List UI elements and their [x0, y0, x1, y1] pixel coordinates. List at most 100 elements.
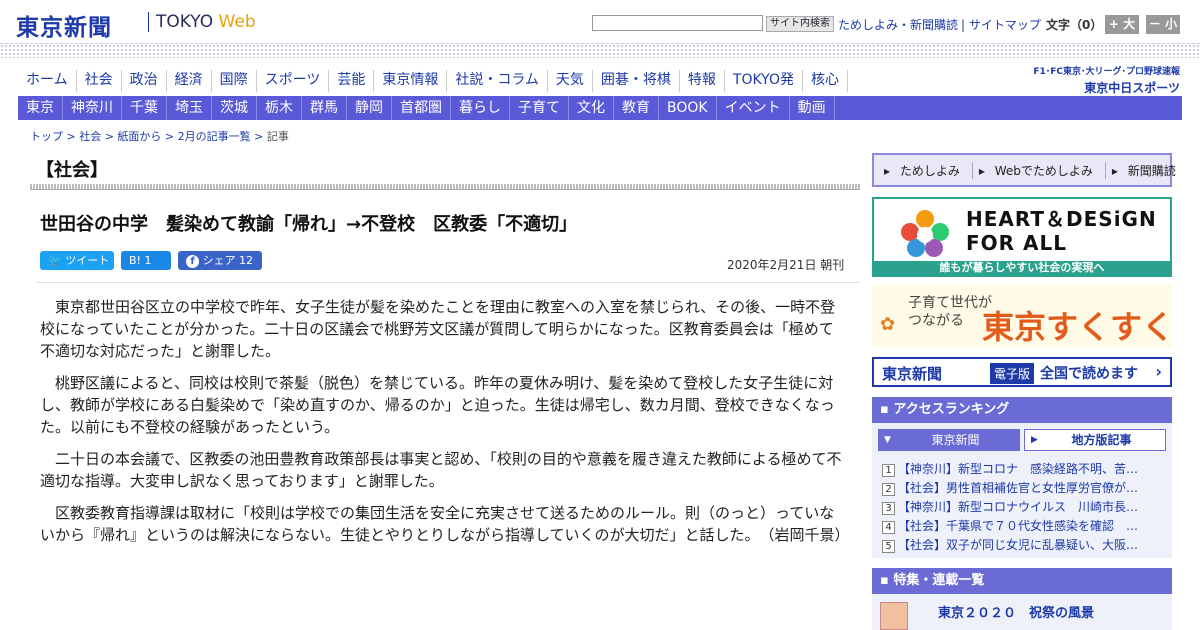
region-gunma[interactable]: 群馬	[302, 96, 347, 120]
ranking-item[interactable]: 2 【社会】男性首相補佐官と女性厚労官僚が…	[882, 479, 1166, 498]
region-tokyo[interactable]: 東京	[18, 96, 63, 120]
region-kanagawa[interactable]: 神奈川	[63, 96, 122, 120]
ranking-tab-regional[interactable]: ▶ 地方版記事	[1024, 429, 1166, 451]
font-larger-button[interactable]: + 大	[1105, 15, 1139, 34]
nav-tokyo-info[interactable]: 東京情報	[374, 70, 448, 92]
link-trial-subscribe[interactable]: ためしよみ・新聞購読	[838, 18, 958, 32]
nav-tokyo-hatsu[interactable]: TOKYO発	[725, 70, 803, 92]
region-shutoken[interactable]: 首都圏	[392, 96, 451, 120]
region-shizuoka[interactable]: 静岡	[347, 96, 392, 120]
section-title: 【社会】	[36, 160, 108, 181]
nav-weather[interactable]: 天気	[548, 70, 593, 92]
hatena-bookmark-button[interactable]: B! 1	[121, 251, 171, 270]
nav-sports[interactable]: スポーツ	[257, 70, 330, 92]
ranking-list: 1 【神奈川】新型コロナ 感染経路不明、苦… 2 【社会】男性首相補佐官と女性厚労官…	[882, 460, 1166, 555]
crumb-month-list[interactable]: 2月の記事一覧	[178, 130, 251, 143]
header-links: ためしよみ・新聞購読 | サイトマップ	[838, 18, 1041, 32]
triangle-right-icon: ▶	[1031, 435, 1038, 445]
nav-home[interactable]: ホーム	[18, 70, 77, 92]
rank-number: 4	[882, 521, 895, 534]
tokyo-sukusuku-banner[interactable]: ✿ 子育て世代が つながる 東京すくすく	[872, 284, 1175, 348]
tweet-label: ツイート	[65, 254, 110, 267]
sukusuku-logo: 東京すくすく	[982, 308, 1175, 346]
region-chiba[interactable]: 千葉	[122, 96, 167, 120]
site-logo-english[interactable]: TOKYO Web	[156, 12, 256, 32]
article-body: 東京都世田谷区立の中学校で昨年、女子生徒が髪を染めたことを理由に教室への入室を禁…	[40, 296, 850, 556]
link-sitemap[interactable]: サイトマップ	[969, 18, 1041, 32]
region-saitama[interactable]: 埼玉	[167, 96, 212, 120]
ranking-box: ▼ 東京新聞 ▶ 地方版記事 1 【神奈川】新型コロナ 感染経路不明、苦… 2 【社会】…	[872, 423, 1172, 558]
page: 東京新聞 TOKYO Web サイト内検索 ためしよみ・新聞購読 | サイトマップ…	[0, 0, 1200, 630]
ranking-tab-tokyo-label: 東京新聞	[931, 433, 980, 447]
main-nav: ホーム 社会 政治 経済 国際 スポーツ 芸能 東京情報 社説・コラム 天気 囲…	[18, 70, 848, 92]
article-paragraph: 二十日の本会議で、区教委の池田豊教育政策部長は事実と認め、「校則の目的や意義を履…	[40, 450, 842, 490]
region-kurashi[interactable]: 暮らし	[451, 96, 510, 120]
sukusuku-tagline-line1: 子育て世代が	[908, 295, 992, 311]
region-ibaraki[interactable]: 茨城	[212, 96, 257, 120]
region-tochigi[interactable]: 栃木	[257, 96, 302, 120]
crumb-print[interactable]: 紙面から	[117, 130, 161, 143]
rank-number: 1	[882, 464, 895, 477]
article-date: 2020年2月21日 朝刊	[727, 258, 845, 272]
ranking-item[interactable]: 1 【神奈川】新型コロナ 感染経路不明、苦…	[882, 460, 1166, 479]
breadcrumb: トップ > 社会 > 紙面から > 2月の記事一覧 > 記事	[30, 130, 289, 143]
rank-number: 2	[882, 483, 895, 496]
crumb-society[interactable]: 社会	[79, 130, 101, 143]
ranking-item[interactable]: 5 【社会】双子が同じ女児に乱暴疑い、大阪…	[882, 536, 1166, 555]
nav-economy[interactable]: 経済	[167, 70, 212, 92]
ranking-item-text: 【神奈川】新型コロナウイルス 川崎市長…	[898, 500, 1139, 514]
search-input[interactable]	[592, 15, 763, 31]
chunichi-sports-link[interactable]: F1･FC東京･大リーグ･プロ野球速報 東京中日スポーツ	[1020, 64, 1180, 96]
trial-label: ためしよみ	[899, 163, 960, 178]
crumb-top[interactable]: トップ	[30, 130, 63, 143]
nav-kakushin[interactable]: 核心	[803, 70, 848, 92]
logo-en-suffix: Web	[218, 12, 256, 32]
digital-edition-text: 全国で読めます	[1040, 366, 1138, 382]
article-divider	[36, 282, 860, 283]
nav-go-shogi[interactable]: 囲碁・将棋	[593, 70, 680, 92]
ranking-item[interactable]: 3 【神奈川】新型コロナウイルス 川崎市長…	[882, 498, 1166, 517]
region-kosodate[interactable]: 子育て	[510, 96, 569, 120]
region-event[interactable]: イベント	[717, 96, 790, 120]
web-trial-link[interactable]: ▸ Webでためしよみ	[973, 161, 1106, 179]
ranking-item[interactable]: 4 【社会】千葉県で７０代女性感染を確認 …	[882, 517, 1166, 536]
region-book[interactable]: BOOK	[659, 96, 717, 120]
font-size-label: 文字（0）	[1046, 18, 1103, 32]
rank-number: 3	[882, 502, 895, 515]
features-box: 東京２０２０ 祝祭の風景	[872, 594, 1172, 630]
nav-international[interactable]: 国際	[212, 70, 257, 92]
logo-en-prefix: TOKYO	[156, 12, 219, 32]
nav-special-report[interactable]: 特報	[680, 70, 725, 92]
region-education[interactable]: 教育	[614, 96, 659, 120]
nav-editorial[interactable]: 社説・コラム	[447, 70, 548, 92]
article-paragraph: 桃野区議によると、同校は校則で茶髪（脱色）を禁じている。昨年の夏休み明け、髪を染…	[40, 374, 835, 436]
nav-society[interactable]: 社会	[77, 70, 122, 92]
chevron-right-icon: ›	[1155, 362, 1162, 381]
feature-item-title[interactable]: 東京２０２０ 祝祭の風景	[938, 602, 1094, 621]
ranking-tab-tokyo[interactable]: ▼ 東京新聞	[878, 429, 1020, 451]
features-header: ▪ 特集・連載一覧	[872, 568, 1172, 594]
site-logo[interactable]: 東京新聞	[16, 8, 112, 42]
region-video[interactable]: 動画	[790, 96, 835, 120]
nav-entertainment[interactable]: 芸能	[329, 70, 375, 92]
twitter-bird-icon: 🐦	[48, 254, 62, 267]
sukusuku-tagline-line2: つながる	[908, 313, 964, 329]
tweet-button[interactable]: 🐦 ツイート	[40, 251, 114, 270]
header-dotted-band	[0, 44, 1200, 58]
square-bullet-icon: ▪	[880, 573, 889, 588]
nav-politics[interactable]: 政治	[122, 70, 167, 92]
trial-link[interactable]: ▸ ためしよみ	[878, 161, 973, 179]
article-headline: 世田谷の中学 髪染めて教諭「帰れ」→不登校 区教委「不適切」	[40, 214, 578, 235]
font-smaller-button[interactable]: － 小	[1146, 15, 1180, 34]
heart-design-banner[interactable]: HEART＆DESiGN FOR ALL 誰もが暮らしやすい社会の実現へ	[872, 197, 1172, 277]
heart-design-title-line2: FOR ALL	[966, 231, 1067, 255]
digital-edition-banner[interactable]: 東京新聞 電子版 全国で読めます ›	[872, 357, 1172, 387]
feature-thumbnail[interactable]	[880, 602, 908, 630]
site-search-button[interactable]: サイト内検索	[766, 16, 834, 32]
ranking-item-text: 【神奈川】新型コロナ 感染経路不明、苦…	[898, 462, 1139, 476]
article-paragraph: 東京都世田谷区立の中学校で昨年、女子生徒が髪を染めたことを理由に教室への入室を禁…	[40, 298, 836, 360]
region-culture[interactable]: 文化	[569, 96, 614, 120]
facebook-share-button[interactable]: f シェア 12	[178, 251, 262, 270]
subscribe-link[interactable]: ▸ 新聞購読	[1106, 162, 1188, 179]
site-header: 東京新聞 TOKYO Web サイト内検索 ためしよみ・新聞購読 | サイトマップ…	[0, 0, 1200, 44]
